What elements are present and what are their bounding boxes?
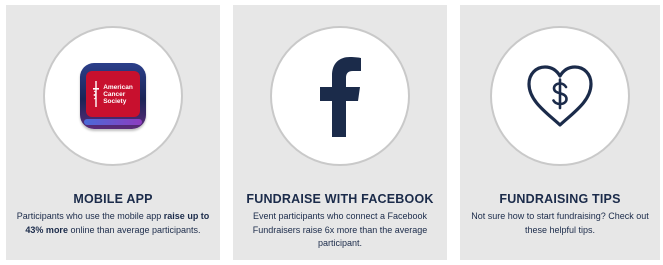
facebook-icon xyxy=(320,57,361,137)
fundraising-tips-title[interactable]: FUNDRAISING TIPS xyxy=(460,192,660,206)
desc-text: online than average participants. xyxy=(70,224,201,235)
facebook-description: Event participants who connect a Faceboo… xyxy=(252,211,428,248)
mobile-app-description: Participants who use the mobile app rais… xyxy=(14,210,212,237)
facebook-title[interactable]: FUNDRAISE WITH FACEBOOK xyxy=(233,192,447,206)
facebook-card[interactable]: FUNDRAISE WITH FACEBOOK Event participan… xyxy=(233,5,447,260)
logo-text-line: American xyxy=(103,83,133,91)
heart-dollar-icon xyxy=(527,65,593,127)
american-cancer-society-app-icon: American Cancer Society xyxy=(80,63,146,129)
fundraising-tips-description: Not sure how to start fundraising? Check… xyxy=(471,211,649,235)
mobile-app-card[interactable]: American Cancer Society MOBILE APP Parti… xyxy=(6,5,220,260)
logo-text-line: Society xyxy=(103,97,127,105)
facebook-icon-circle[interactable] xyxy=(270,26,410,166)
mobile-app-icon-circle[interactable]: American Cancer Society xyxy=(43,26,183,166)
logo-text-line: Cancer xyxy=(103,90,126,98)
desc-text: Participants who use the mobile app xyxy=(16,211,162,221)
fundraising-tips-icon-circle[interactable] xyxy=(490,26,630,166)
sword-icon xyxy=(93,81,100,107)
mobile-app-title[interactable]: MOBILE APP xyxy=(6,192,220,206)
fundraising-tips-card[interactable]: FUNDRAISING TIPS Not sure how to start f… xyxy=(460,5,660,260)
